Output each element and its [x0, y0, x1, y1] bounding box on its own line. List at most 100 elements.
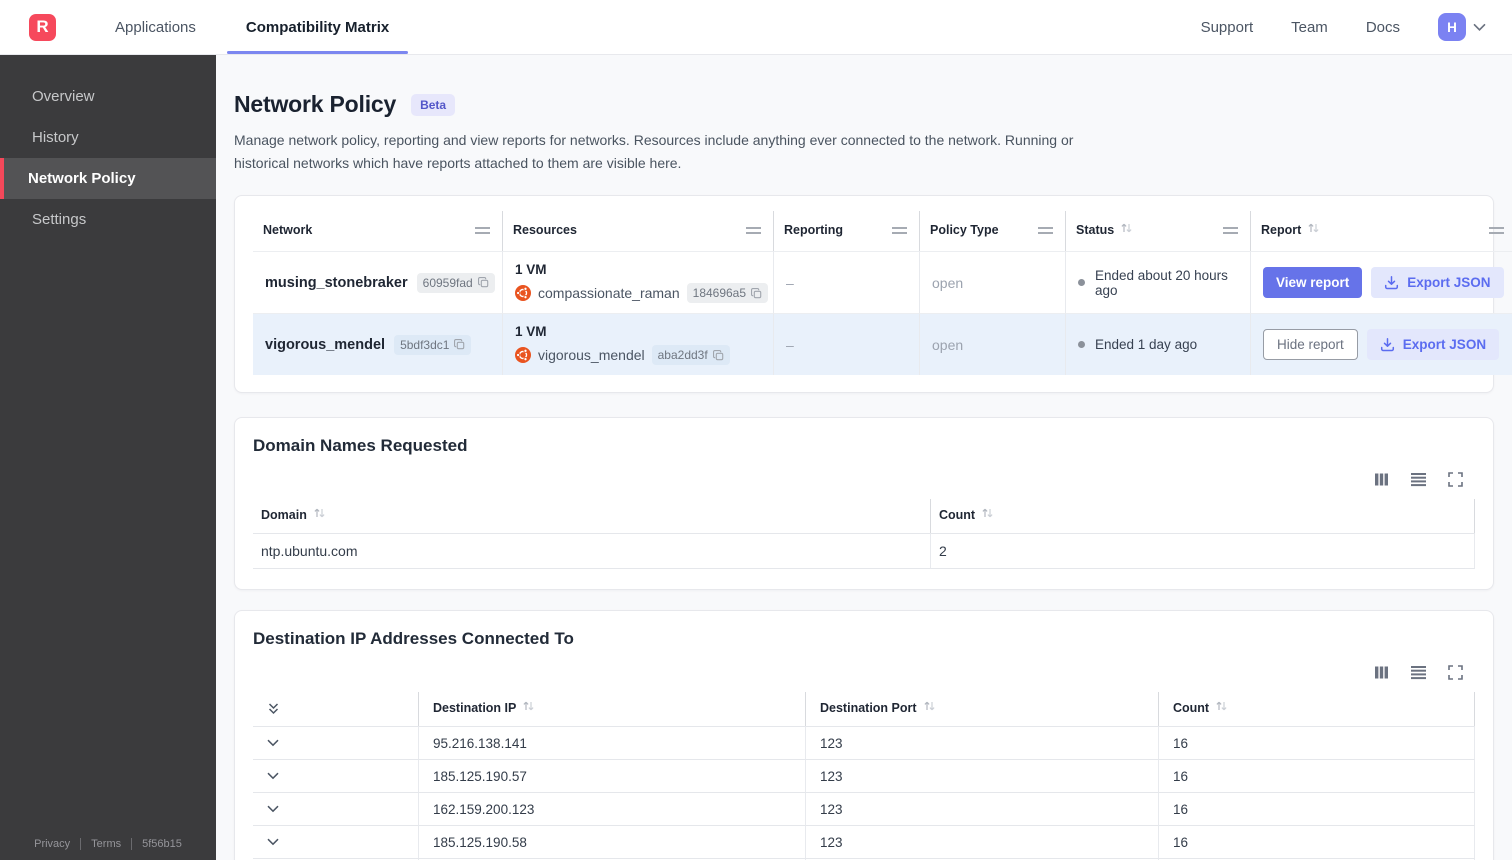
destination-ip-cell: 162.159.200.123	[419, 792, 806, 826]
nav-right: Support Team Docs H	[1201, 13, 1512, 41]
column-resize-handle-icon[interactable]	[1038, 226, 1053, 234]
sort-icon[interactable]	[981, 506, 994, 524]
resource-id-badge: 184696a5	[686, 283, 769, 304]
sidebar-item-history[interactable]: History	[0, 117, 216, 158]
reporting-cell: –	[774, 313, 920, 376]
expand-row-icon[interactable]	[267, 838, 279, 846]
view-report-button[interactable]: View report	[1263, 267, 1363, 299]
column-header-report: Report	[1251, 211, 1512, 251]
domain-table: Domain Count ntp.ubuntu.com 2	[253, 499, 1475, 570]
user-menu[interactable]: H	[1438, 13, 1486, 41]
download-icon	[1380, 337, 1395, 352]
column-header-network: Network	[253, 211, 503, 252]
expand-row-icon[interactable]	[267, 805, 279, 813]
network-cell: musing_stonebraker 60959fad	[253, 251, 503, 314]
app-logo[interactable]: R	[29, 13, 56, 41]
row-density-icon[interactable]	[1410, 472, 1427, 487]
column-header-resources: Resources	[503, 211, 774, 252]
row-expander-cell	[253, 759, 419, 793]
destination-ip-table: Destination IP Destination Port Count 95…	[253, 692, 1475, 860]
sort-icon[interactable]	[1215, 699, 1228, 717]
resources-cell: 1 VM compassionate_raman 184696a5	[503, 251, 774, 314]
sidebar: Overview History Network Policy Settings…	[0, 55, 216, 860]
export-json-button[interactable]: Export JSON	[1366, 329, 1500, 361]
status-dot-icon	[1078, 279, 1085, 287]
footer-privacy-link[interactable]: Privacy	[24, 838, 80, 850]
sidebar-item-overview[interactable]: Overview	[0, 76, 216, 117]
export-json-button[interactable]: Export JSON	[1371, 267, 1504, 299]
main-content: Network Policy Beta Manage network polic…	[216, 55, 1512, 860]
sort-icon[interactable]	[522, 699, 535, 717]
tab-compatibility-matrix[interactable]: Compatibility Matrix	[226, 0, 409, 54]
table-toolbar	[253, 665, 1475, 681]
destination-port-cell: 123	[806, 825, 1159, 859]
page-title: Network Policy	[234, 91, 397, 117]
column-header-count: Count	[931, 499, 1475, 534]
domain-cell: ntp.ubuntu.com	[253, 533, 931, 570]
network-id-badge: 5bdf3dc1	[394, 334, 472, 355]
sort-icon[interactable]	[1307, 221, 1320, 239]
reporting-cell: –	[774, 251, 920, 314]
fullscreen-icon[interactable]	[1448, 472, 1463, 488]
column-resize-handle-icon[interactable]	[1223, 226, 1238, 234]
count-cell: 16	[1159, 792, 1475, 826]
sort-icon[interactable]	[313, 506, 326, 524]
column-header-expand-all	[253, 692, 419, 727]
column-resize-handle-icon[interactable]	[746, 226, 761, 234]
copy-icon[interactable]	[454, 339, 465, 350]
column-header-reporting: Reporting	[774, 211, 920, 252]
column-resize-handle-icon[interactable]	[1488, 226, 1504, 234]
row-density-icon[interactable]	[1410, 665, 1427, 680]
destination-ip-cell: 95.216.138.141	[419, 726, 806, 760]
column-header-status: Status	[1066, 211, 1251, 252]
row-expander-cell	[253, 726, 419, 760]
copy-icon[interactable]	[751, 287, 762, 299]
expand-row-icon[interactable]	[267, 772, 279, 780]
count-cell: 2	[931, 533, 1475, 570]
column-header-domain: Domain	[253, 499, 931, 534]
sort-icon[interactable]	[1120, 221, 1133, 239]
expand-all-icon[interactable]	[267, 702, 280, 715]
footer-version: 5f56b15	[131, 838, 192, 850]
expand-row-icon[interactable]	[267, 739, 279, 747]
destination-ip-cell: 185.125.190.58	[419, 825, 806, 859]
top-navbar: R Applications Compatibility Matrix Supp…	[0, 0, 1512, 55]
resource-id-badge: aba2dd3f	[651, 345, 730, 366]
hide-report-button[interactable]: Hide report	[1263, 329, 1358, 361]
count-cell: 16	[1159, 726, 1475, 760]
ubuntu-icon	[515, 285, 531, 302]
nav-link-support[interactable]: Support	[1201, 19, 1254, 36]
networks-table: Network Resources Reporting Policy Type …	[253, 211, 1512, 376]
card-title: Domain Names Requested	[253, 436, 468, 456]
network-cell: vigorous_mendel 5bdf3dc1	[253, 313, 503, 376]
footer-terms-link[interactable]: Terms	[80, 838, 131, 850]
policy-type-cell: open	[920, 251, 1066, 314]
download-icon	[1384, 275, 1399, 290]
tab-applications[interactable]: Applications	[103, 0, 208, 54]
sort-icon[interactable]	[923, 699, 936, 717]
column-header-destination-port: Destination Port	[806, 692, 1159, 727]
nav-link-team[interactable]: Team	[1291, 19, 1328, 36]
table-toolbar	[253, 472, 1475, 488]
count-cell: 16	[1159, 759, 1475, 793]
columns-icon[interactable]	[1374, 472, 1389, 487]
page-description: Manage network policy, reporting and vie…	[234, 132, 1074, 171]
sidebar-footer: Privacy Terms 5f56b15	[0, 838, 216, 850]
fullscreen-icon[interactable]	[1448, 665, 1463, 681]
nav-link-docs[interactable]: Docs	[1366, 19, 1400, 36]
status-cell: Ended 1 day ago	[1066, 313, 1251, 376]
column-resize-handle-icon[interactable]	[475, 226, 490, 234]
copy-icon[interactable]	[712, 349, 724, 361]
count-cell: 16	[1159, 825, 1475, 859]
chevron-down-icon	[1473, 23, 1486, 32]
sidebar-item-network-policy[interactable]: Network Policy	[0, 158, 216, 199]
sidebar-item-settings[interactable]: Settings	[0, 199, 216, 240]
copy-icon[interactable]	[477, 277, 489, 288]
column-resize-handle-icon[interactable]	[892, 226, 907, 234]
networks-table-card: Network Resources Reporting Policy Type …	[234, 195, 1512, 394]
report-cell: Hide report Export JSON	[1251, 313, 1512, 376]
column-header-count: Count	[1159, 692, 1475, 727]
avatar[interactable]: H	[1438, 13, 1466, 41]
columns-icon[interactable]	[1374, 665, 1389, 680]
destination-ip-cell: 185.125.190.57	[419, 759, 806, 793]
